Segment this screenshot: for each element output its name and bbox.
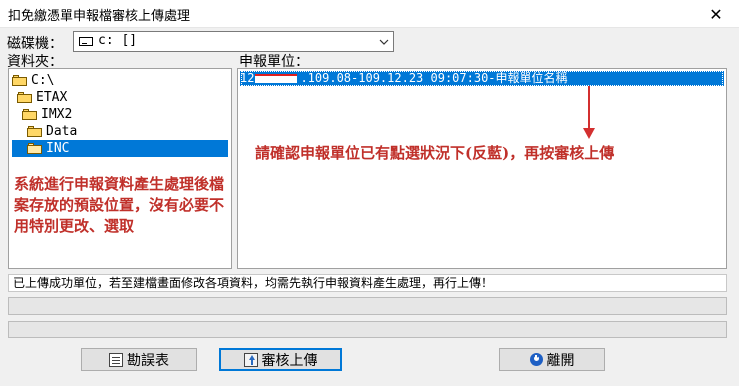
upload-button-label: 審核上傳 (261, 352, 318, 369)
open-folder-icon (12, 75, 28, 86)
progress-bar (8, 321, 727, 338)
folder-item-label: Data (46, 124, 78, 139)
open-folder-icon (17, 92, 33, 103)
folder-item-label: INC (46, 141, 70, 156)
folder-tree[interactable]: C:\ ETAX IMX2 Data INC (8, 68, 232, 269)
close-icon[interactable]: ✕ (693, 0, 739, 28)
exit-icon (529, 353, 543, 366)
chevron-down-icon[interactable] (375, 32, 393, 51)
open-folder-icon (27, 126, 43, 137)
upload-dialog: 扣免繳憑單申報檔審核上傳處理 ✕ 磁碟機： c: [] 資料夾： 申報單位： C… (0, 0, 739, 386)
folder-item[interactable]: IMX2 (22, 106, 72, 123)
errata-button-label: 勘誤表 (127, 352, 169, 369)
unit-list[interactable]: 12.109.08-109.12.23 09:07:30-申報單位名稱 (237, 68, 727, 269)
title-bar: 扣免繳憑單申報檔審核上傳處理 ✕ (0, 0, 739, 28)
drive-value: c: [] (98, 33, 138, 48)
folder-item[interactable]: Data (27, 123, 77, 140)
drive-icon (79, 37, 93, 46)
upload-button[interactable]: 審核上傳 (219, 348, 342, 371)
drive-select[interactable]: c: [] (73, 31, 394, 52)
folder-icon (27, 143, 43, 154)
folder-item-label: C:\ (31, 73, 55, 88)
drive-label: 磁碟機： (7, 36, 63, 52)
open-folder-icon (22, 109, 38, 120)
exit-button[interactable]: 離開 (499, 348, 605, 371)
unit-list-item[interactable]: 12.109.08-109.12.23 09:07:30-申報單位名稱 (240, 71, 724, 86)
annotation-arrow-icon (583, 86, 595, 139)
folder-item-label: ETAX (36, 90, 68, 105)
exit-button-label: 離開 (546, 352, 575, 369)
folder-item[interactable]: ETAX (17, 89, 67, 106)
folder-item-label: IMX2 (41, 107, 73, 122)
message-bar (8, 297, 727, 315)
status-message: 已上傳成功單位，若至建檔畫面修改各項資料，均需先執行申報資料產生處理，再行上傳！ (8, 274, 727, 292)
document-icon (109, 352, 123, 367)
folder-item-selected[interactable]: INC (12, 140, 228, 157)
window-title: 扣免繳憑單申報檔審核上傳處理 (8, 9, 191, 24)
folder-item[interactable]: C:\ (12, 72, 54, 89)
annotation-folder-note: 系統進行申報資料產生處理後檔案存放的預設位置，沒有必要不用特別更改、選取 (14, 175, 225, 235)
upload-icon (243, 352, 258, 367)
errata-button[interactable]: 勘誤表 (81, 348, 197, 371)
annotation-unit-note: 請確認申報單位已有點選狀況下(反藍)，再按審核上傳 (255, 144, 615, 162)
focus-outline (241, 71, 723, 86)
